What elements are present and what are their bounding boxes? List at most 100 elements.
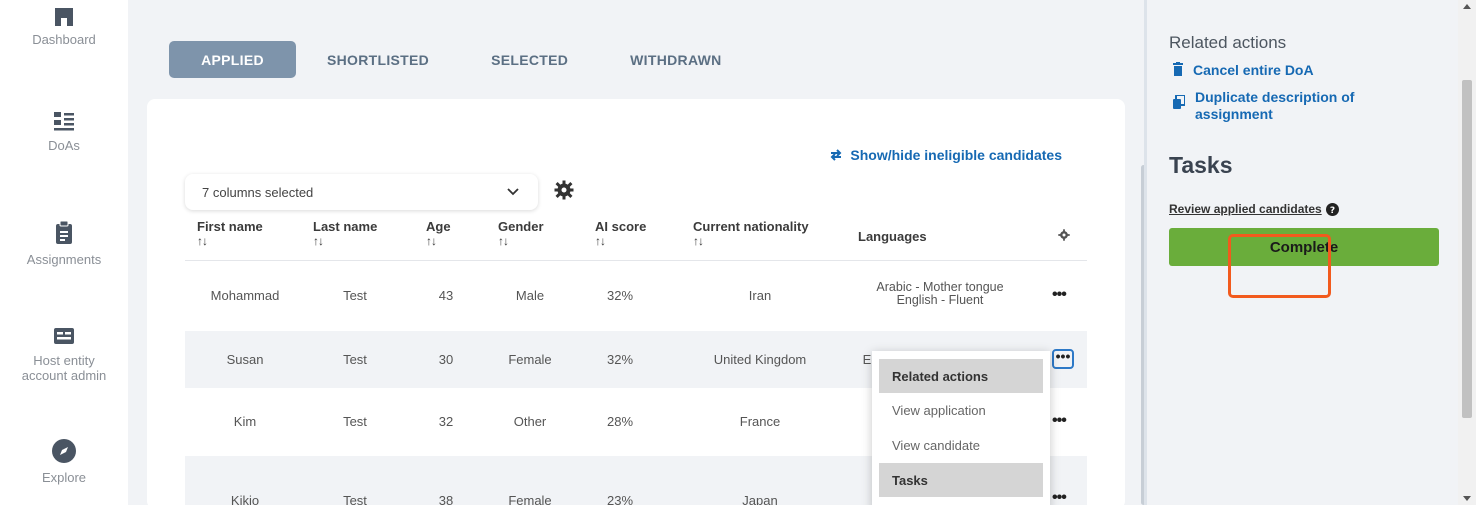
- cell-first-name: Susan: [226, 352, 264, 367]
- duplicate-line: Duplicate description of: [1195, 89, 1355, 105]
- list-icon: [54, 112, 74, 131]
- tab-applied[interactable]: APPLIED: [169, 41, 296, 78]
- nav-doas[interactable]: DoAs: [0, 110, 128, 153]
- cell-gender: Female: [508, 493, 552, 505]
- cell-last-name: Test: [343, 493, 367, 505]
- column-select[interactable]: 7 columns selected: [185, 174, 538, 210]
- header-label: Languages: [858, 229, 927, 244]
- cell-nationality: Japan: [742, 493, 778, 505]
- sort-icon[interactable]: ↑↓: [595, 234, 646, 249]
- cell-first-name: Mohammad: [210, 288, 280, 303]
- scrollbar-thumb[interactable]: [1462, 80, 1472, 418]
- header-label: Current nationality: [693, 219, 809, 234]
- header-last-name[interactable]: Last name ↑↓: [313, 219, 377, 249]
- header-label: First name: [197, 219, 263, 234]
- menu-item-view-application[interactable]: View application: [879, 393, 1043, 428]
- column-settings-gear-icon[interactable]: [1058, 229, 1070, 241]
- svg-text:?: ?: [1330, 206, 1335, 216]
- nav-label: account admin: [21, 368, 107, 383]
- header-ai-score[interactable]: AI score ↑↓: [595, 219, 646, 249]
- status-tabs: APPLIED SHORTLISTED SELECTED WITHDRAWN: [169, 41, 784, 78]
- review-applied-candidates-link[interactable]: Review applied candidates ?: [1169, 202, 1339, 216]
- cancel-doa-label: Cancel entire DoA: [1193, 62, 1314, 78]
- sort-icon[interactable]: ↑↓: [313, 234, 377, 249]
- nav-assignments[interactable]: Assignments: [0, 220, 128, 267]
- language-line: English - Fluent: [896, 293, 984, 307]
- tab-selected[interactable]: SELECTED: [491, 52, 568, 68]
- cell-ai-score: 32%: [606, 352, 634, 367]
- nav-label: DoAs: [48, 138, 80, 153]
- header-label: Last name: [313, 219, 378, 234]
- settings-gear-icon[interactable]: [554, 180, 574, 200]
- row-menu-button[interactable]: •••: [1052, 286, 1067, 304]
- row-context-menu: Related actions View application View ca…: [872, 351, 1050, 505]
- sort-icon[interactable]: ↑↓: [498, 234, 544, 249]
- page-scrollbar[interactable]: [1458, 0, 1476, 505]
- cell-first-name: Kim: [233, 414, 257, 429]
- header-first-name[interactable]: First name ↑↓: [197, 219, 263, 249]
- duplicate-description-link[interactable]: Duplicate description of assignment: [1173, 89, 1354, 123]
- cell-nationality: United Kingdom: [713, 352, 807, 367]
- cell-first-name: Kikio: [230, 493, 260, 505]
- sort-icon[interactable]: ↑↓: [197, 234, 263, 249]
- menu-section-related-actions: Related actions: [879, 359, 1043, 393]
- related-actions-title: Related actions: [1169, 33, 1287, 52]
- header-label: Gender: [498, 219, 544, 234]
- clipboard-icon: [56, 220, 72, 244]
- header-languages: Languages: [858, 229, 927, 244]
- review-label: Review applied candidates: [1169, 202, 1322, 216]
- tab-withdrawn[interactable]: WITHDRAWN: [630, 52, 721, 68]
- header-label: AI score: [595, 219, 647, 234]
- table-row[interactable]: Mohammad Test 43 Male 32% Iran Arabic - …: [185, 264, 1087, 328]
- nav-explore[interactable]: Explore: [0, 438, 128, 485]
- cell-last-name: Test: [343, 352, 367, 367]
- cell-last-name: Test: [343, 414, 367, 429]
- show-hide-label: Show/hide ineligible candidates: [850, 147, 1062, 163]
- tasks-title: Tasks: [1169, 152, 1233, 178]
- nav-label: Explore: [41, 470, 87, 485]
- scroll-up-arrow-icon[interactable]: [1463, 4, 1471, 9]
- tab-shortlisted[interactable]: SHORTLISTED: [327, 52, 429, 68]
- highlight-box: [1228, 234, 1331, 298]
- cell-gender: Male: [515, 288, 545, 303]
- header-current-nationality[interactable]: Current nationality ↑↓: [693, 219, 809, 249]
- id-card-icon: [54, 328, 74, 344]
- cell-nationality: France: [739, 414, 781, 429]
- duplicate-description-label: Duplicate description of assignment: [1195, 89, 1354, 123]
- cancel-doa-link[interactable]: Cancel entire DoA: [1173, 62, 1314, 79]
- help-icon[interactable]: ?: [1325, 202, 1339, 216]
- row-menu-button[interactable]: •••: [1052, 412, 1067, 430]
- sort-icon[interactable]: ↑↓: [426, 234, 451, 249]
- cell-age: 38: [438, 493, 454, 505]
- table-header: First name ↑↓ Last name ↑↓ Age ↑↓ Gender ↑↓ …: [185, 217, 1087, 261]
- left-nav: Dashboard DoAs Assignments Host entity a…: [0, 0, 128, 505]
- cell-last-name: Test: [343, 288, 367, 303]
- swap-icon: [830, 149, 842, 161]
- cell-gender: Other: [513, 414, 547, 429]
- cell-nationality: Iran: [748, 288, 772, 303]
- nav-label: Host entity: [33, 353, 95, 368]
- cell-ai-score: 32%: [606, 288, 634, 303]
- nav-label: Assignments: [26, 252, 102, 267]
- header-gender[interactable]: Gender ↑↓: [498, 219, 544, 249]
- nav-label: Dashboard: [32, 32, 96, 47]
- nav-dashboard[interactable]: Dashboard: [0, 2, 128, 47]
- cell-ai-score: 28%: [606, 414, 634, 429]
- row-menu-button-active[interactable]: •••: [1052, 349, 1074, 369]
- show-hide-ineligible-link[interactable]: Show/hide ineligible candidates: [828, 147, 1062, 163]
- menu-item-view-candidate[interactable]: View candidate: [879, 428, 1043, 463]
- cell-gender: Female: [508, 352, 552, 367]
- home-icon: [55, 8, 73, 26]
- cell-languages: Arabic - Mother tongue English - Fluent: [845, 281, 1035, 307]
- trash-icon: [1173, 62, 1183, 76]
- nav-host-entity-account-admin[interactable]: Host entity account admin: [0, 325, 128, 383]
- compass-icon: [52, 439, 76, 463]
- row-menu-button[interactable]: •••: [1052, 489, 1067, 505]
- sort-icon[interactable]: ↑↓: [693, 234, 809, 249]
- chevron-down-icon: [507, 188, 519, 196]
- header-age[interactable]: Age ↑↓: [426, 219, 451, 249]
- header-label: Age: [426, 219, 451, 234]
- scroll-down-arrow-icon[interactable]: [1463, 496, 1471, 501]
- cell-age: 43: [438, 288, 454, 303]
- copy-icon: [1173, 95, 1185, 109]
